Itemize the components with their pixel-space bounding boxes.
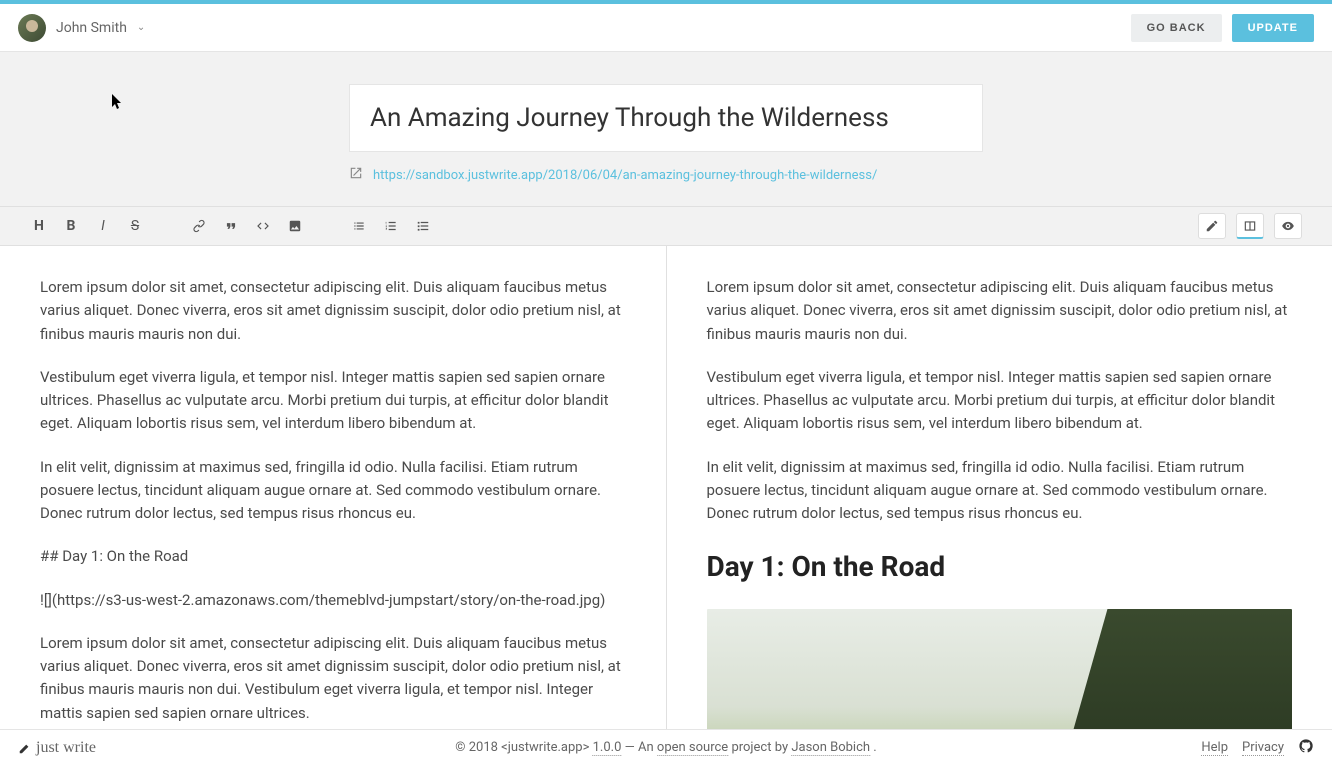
footer-mid: — An	[625, 740, 657, 755]
ul-icon[interactable]	[350, 217, 368, 235]
editor-container: Lorem ipsum dolor sit amet, consectetur …	[0, 246, 1332, 729]
preview-paragraph: Lorem ipsum dolor sit amet, consectetur …	[707, 276, 1293, 346]
code-icon[interactable]	[254, 217, 272, 235]
preview-pane[interactable]: Lorem ipsum dolor sit amet, consectetur …	[667, 246, 1332, 729]
footer-links: Help Privacy	[1201, 738, 1314, 758]
ol-icon[interactable]	[382, 217, 400, 235]
markdown-pane[interactable]: Lorem ipsum dolor sit amet, consectetur …	[0, 246, 667, 729]
go-back-button[interactable]: GO BACK	[1131, 14, 1222, 42]
image-icon[interactable]	[286, 217, 304, 235]
preview-heading: Day 1: On the Road	[707, 545, 1293, 588]
footer-center: © 2018 <justwrite.app> 1.0.0 — An open s…	[455, 740, 876, 755]
user-menu[interactable]: John Smith ⌄	[18, 14, 145, 42]
md-paragraph: Vestibulum eget viverra ligula, et tempo…	[40, 366, 626, 436]
preview-image	[707, 609, 1293, 729]
version-link[interactable]: 1.0.0	[593, 740, 622, 756]
update-button[interactable]: UPDATE	[1232, 14, 1314, 42]
md-image: ![](https://s3-us-west-2.amazonaws.com/t…	[40, 589, 626, 612]
author-link[interactable]: Jason Bobich	[791, 740, 870, 756]
top-bar: John Smith ⌄ GO BACK UPDATE	[0, 4, 1332, 52]
footer: just write © 2018 <justwrite.app> 1.0.0 …	[0, 729, 1332, 765]
italic-icon[interactable]: I	[94, 217, 112, 235]
preview-mode-button[interactable]	[1274, 213, 1302, 239]
post-url-link[interactable]: https://sandbox.justwrite.app/2018/06/04…	[373, 168, 877, 183]
format-tools: H B I S	[30, 217, 432, 235]
md-heading: ## Day 1: On the Road	[40, 545, 626, 568]
editor-toolbar: H B I S	[0, 206, 1332, 246]
footer-projby: project by	[731, 740, 791, 755]
edit-mode-button[interactable]	[1198, 213, 1226, 239]
username: John Smith	[56, 20, 127, 36]
heading-icon[interactable]: H	[30, 217, 48, 235]
help-link[interactable]: Help	[1201, 740, 1228, 756]
github-icon[interactable]	[1298, 738, 1314, 758]
md-paragraph: Lorem ipsum dolor sit amet, consectetur …	[40, 632, 626, 725]
opensource-link[interactable]: open source	[657, 740, 728, 756]
link-icon[interactable]	[190, 217, 208, 235]
bold-icon[interactable]: B	[62, 217, 80, 235]
footer-period: .	[873, 740, 876, 755]
title-box	[349, 84, 983, 152]
split-mode-button[interactable]	[1236, 213, 1264, 239]
header-actions: GO BACK UPDATE	[1131, 14, 1314, 42]
external-link-icon	[349, 166, 363, 184]
preview-paragraph: In elit velit, dignissim at maximus sed,…	[707, 456, 1293, 526]
md-paragraph: In elit velit, dignissim at maximus sed,…	[40, 456, 626, 526]
privacy-link[interactable]: Privacy	[1242, 740, 1284, 756]
copyright-text: © 2018 <justwrite.app>	[455, 740, 592, 755]
preview-paragraph: Vestibulum eget viverra ligula, et tempo…	[707, 366, 1293, 436]
post-title-input[interactable]	[370, 103, 962, 133]
brand-logo: just write	[18, 739, 96, 757]
strikethrough-icon[interactable]: S	[126, 217, 144, 235]
chevron-down-icon: ⌄	[137, 22, 145, 33]
md-paragraph: Lorem ipsum dolor sit amet, consectetur …	[40, 276, 626, 346]
title-area: https://sandbox.justwrite.app/2018/06/04…	[0, 52, 1332, 206]
view-mode-buttons	[1198, 213, 1302, 239]
quote-icon[interactable]	[222, 217, 240, 235]
checklist-icon[interactable]	[414, 217, 432, 235]
brand-text: just write	[36, 739, 96, 757]
avatar	[18, 14, 46, 42]
post-url-row: https://sandbox.justwrite.app/2018/06/04…	[349, 166, 983, 184]
